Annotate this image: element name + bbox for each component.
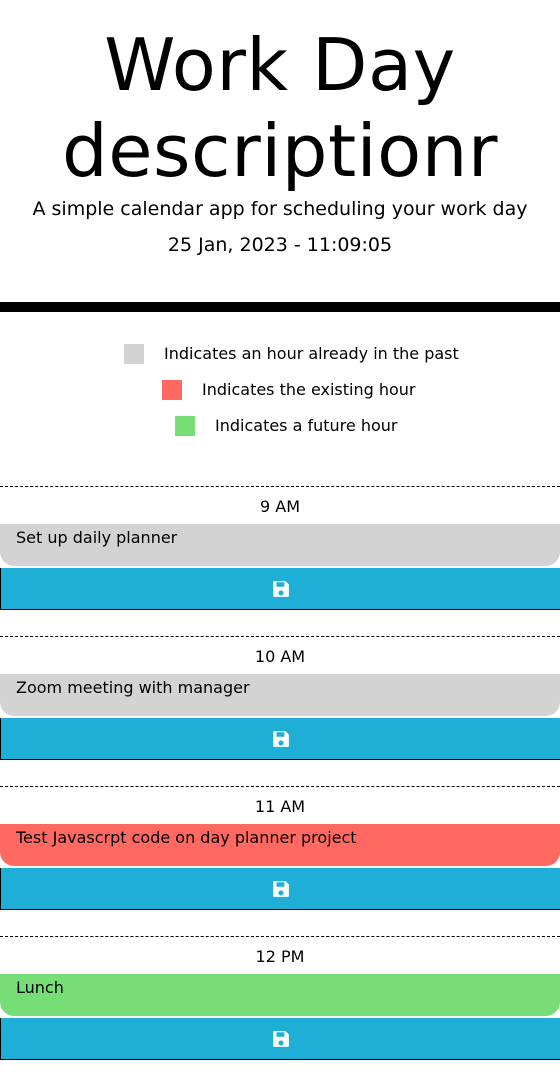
- hour-label: 11 AM: [0, 786, 560, 822]
- hour-label: 9 AM: [0, 486, 560, 522]
- description-input[interactable]: Set up daily planner: [0, 524, 560, 566]
- save-button[interactable]: [0, 1018, 560, 1060]
- time-block: 9 AM Set up daily planner: [0, 486, 560, 636]
- save-button[interactable]: [0, 868, 560, 910]
- time-block: 11 AM Test Javascrpt code on day planner…: [0, 786, 560, 936]
- save-button[interactable]: [0, 568, 560, 610]
- legend-item-future: Indicates a future hour: [175, 416, 397, 436]
- save-icon: [272, 1030, 289, 1047]
- legend-label-future: Indicates a future hour: [215, 416, 398, 435]
- present-swatch: [162, 380, 182, 400]
- legend-label-past: Indicates an hour already in the past: [164, 344, 459, 363]
- legend-label-present: Indicates the existing hour: [202, 380, 416, 399]
- current-date-time: 25 Jan, 2023 - 11:09:05: [167, 234, 393, 256]
- description-input[interactable]: Test Javascrpt code on day planner proje…: [0, 824, 560, 866]
- legend-item-present: Indicates the existing hour: [162, 380, 416, 400]
- save-button[interactable]: [0, 718, 560, 760]
- save-icon: [272, 580, 289, 597]
- save-icon: [272, 730, 289, 747]
- legend-item-past: Indicates an hour already in the past: [124, 344, 459, 364]
- timeblock-list: 9 AM Set up daily planner 10 AM Zoom mee…: [0, 486, 560, 1086]
- description-input[interactable]: Zoom meeting with manager: [0, 674, 560, 716]
- time-block: 10 AM Zoom meeting with manager: [0, 636, 560, 786]
- page-title: Work Day descriptionr: [62, 23, 498, 193]
- hour-label: 12 PM: [0, 936, 560, 972]
- header: Work Day descriptionr A simple calendar …: [0, 0, 560, 312]
- description-input[interactable]: Lunch: [0, 974, 560, 1016]
- save-icon: [272, 880, 289, 897]
- app-description: A simple calendar app for scheduling you…: [32, 198, 528, 220]
- future-swatch: [175, 416, 195, 436]
- past-swatch: [124, 344, 144, 364]
- hour-label: 10 AM: [0, 636, 560, 672]
